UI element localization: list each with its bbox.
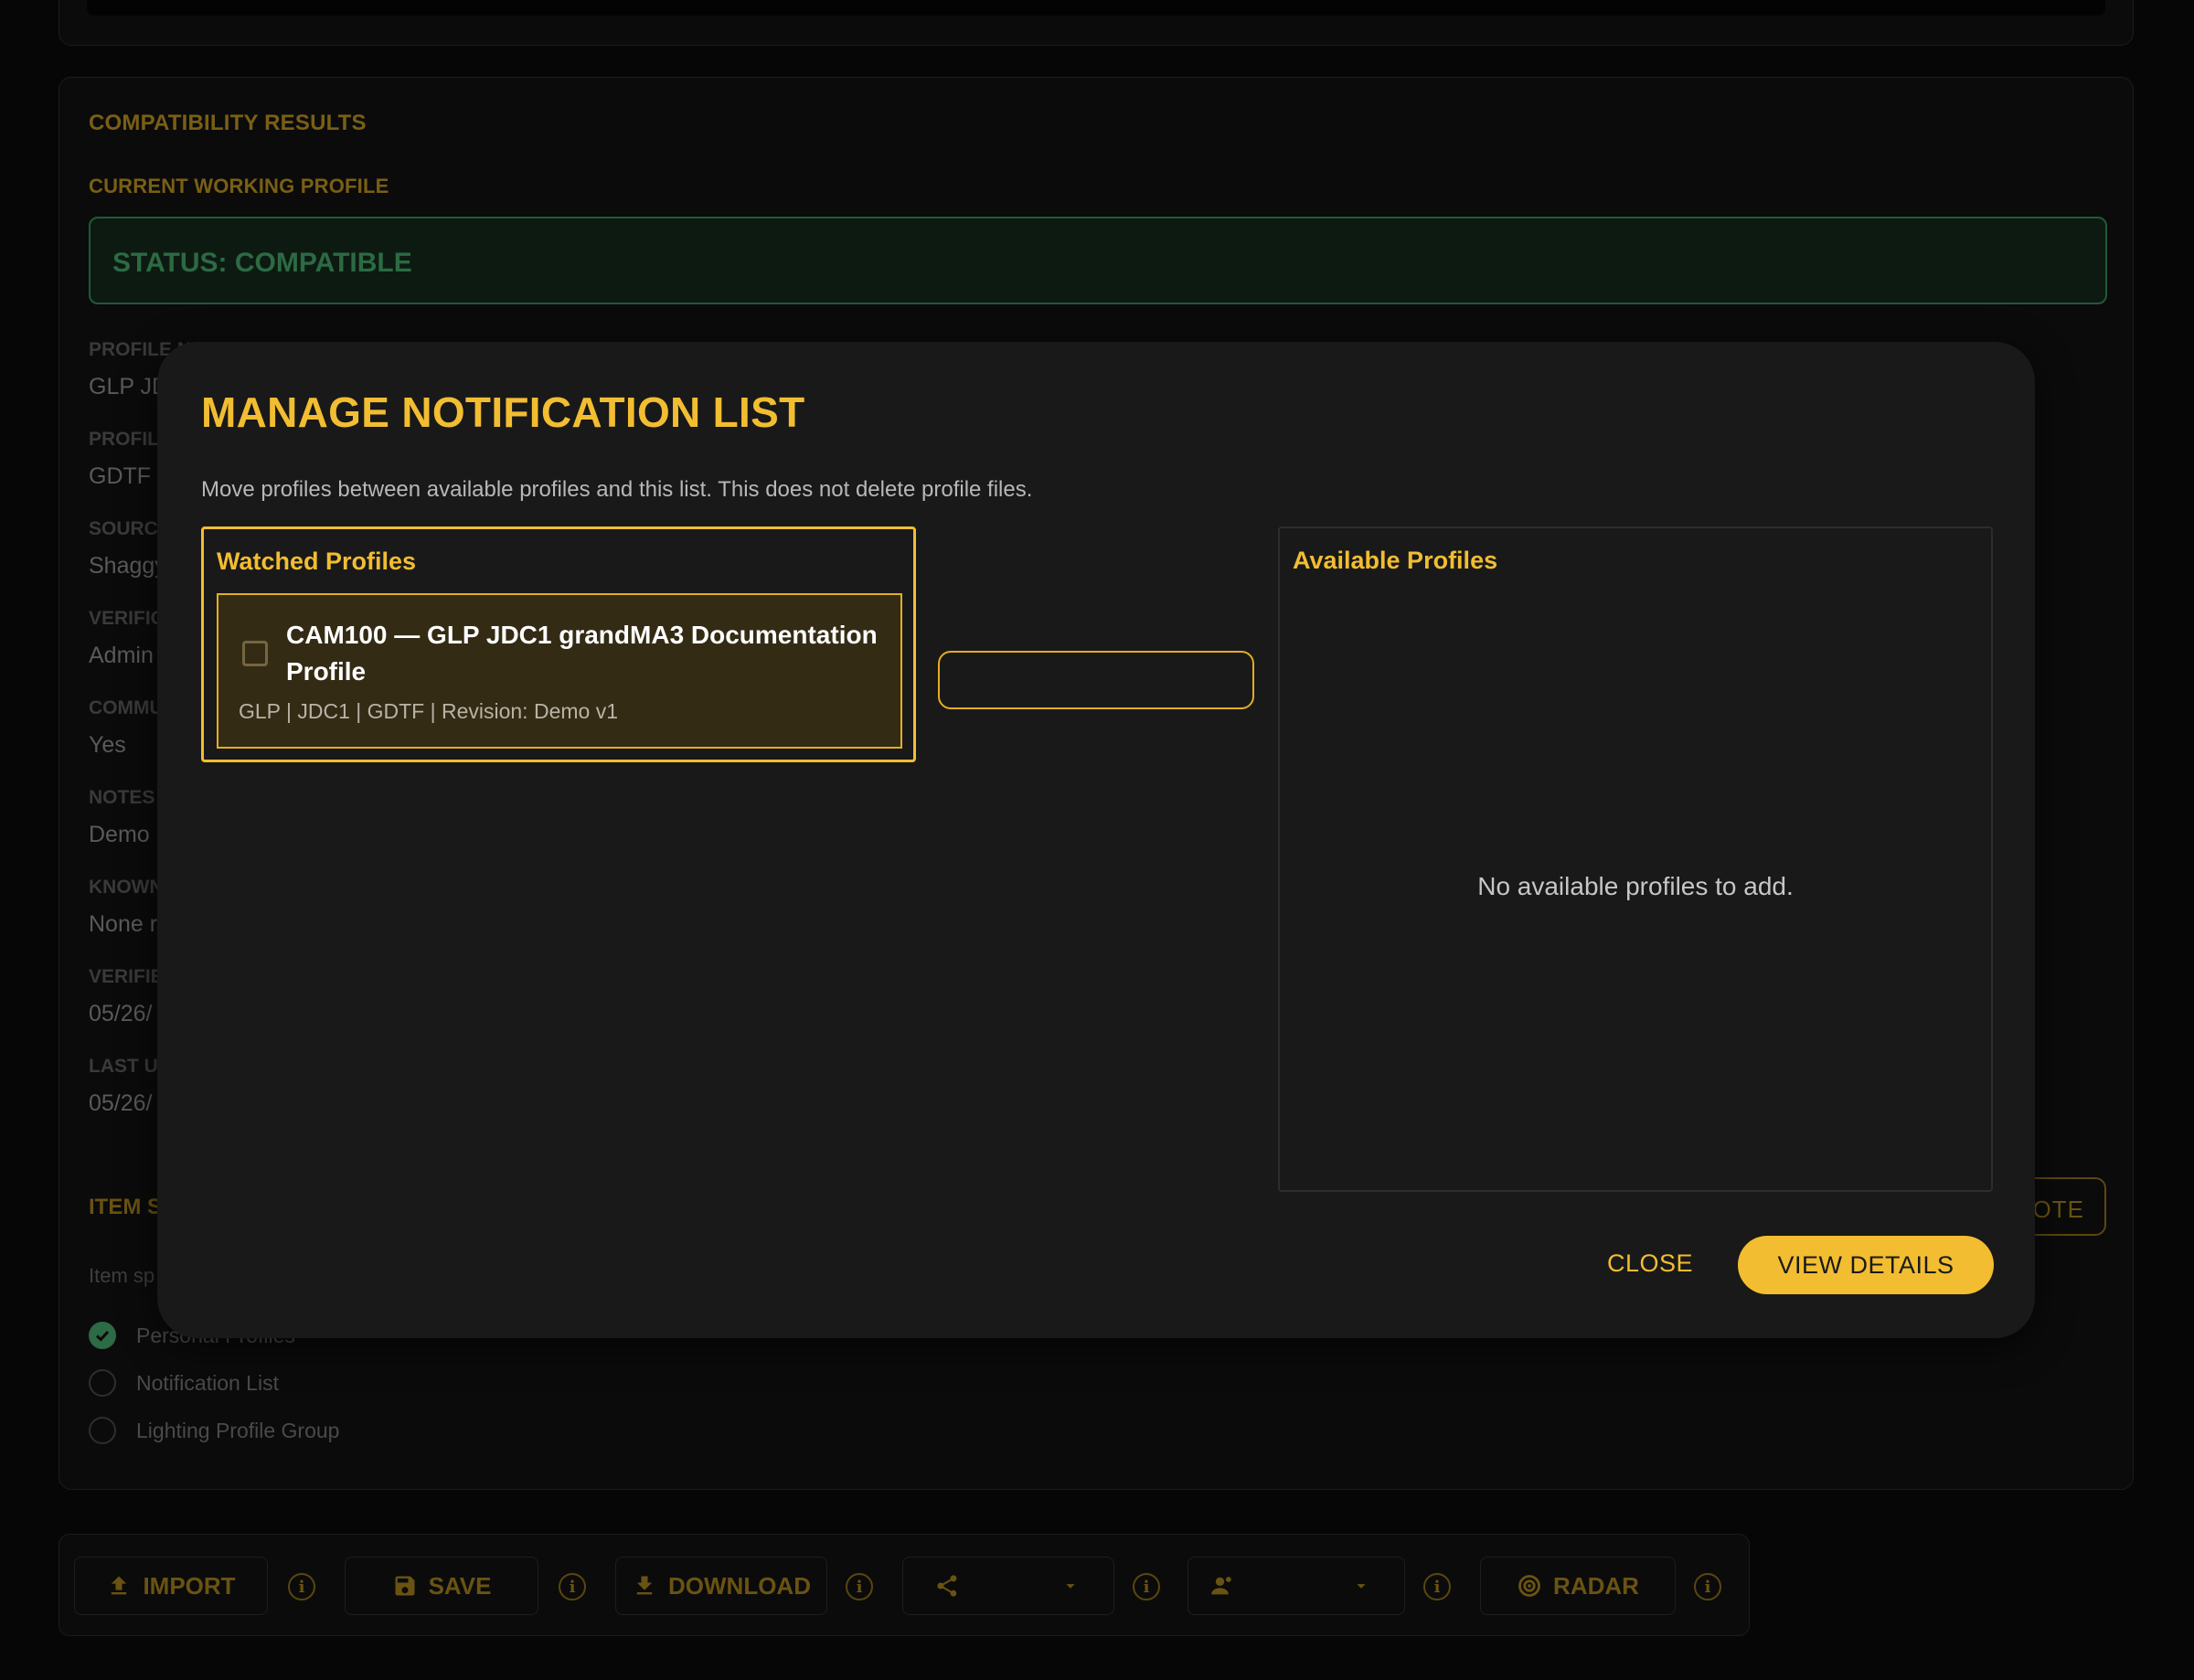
watched-profiles-list[interactable]: Watched Profiles CAM100 — GLP JDC1 grand… xyxy=(201,526,916,762)
view-details-button[interactable]: VIEW DETAILS xyxy=(1738,1236,1994,1294)
available-profiles-list[interactable]: Available Profiles No available profiles… xyxy=(1278,526,1993,1192)
dialog-description: Move profiles between available profiles… xyxy=(201,477,1033,502)
manage-notification-list-dialog: MANAGE NOTIFICATION LIST Move profiles b… xyxy=(157,342,2035,1338)
dialog-title: MANAGE NOTIFICATION LIST xyxy=(201,388,805,436)
watched-profiles-title: Watched Profiles xyxy=(217,548,417,575)
empty-state-message: No available profiles to add. xyxy=(1477,872,1794,900)
move-button[interactable] xyxy=(938,651,1254,709)
checkbox[interactable] xyxy=(242,641,268,666)
available-profiles-title: Available Profiles xyxy=(1293,547,1498,574)
close-button[interactable]: CLOSE xyxy=(1600,1234,1700,1292)
list-item[interactable]: CAM100 — GLP JDC1 grandMA3 Documentation… xyxy=(217,593,902,749)
profile-title: CAM100 — GLP JDC1 grandMA3 Documentation… xyxy=(286,621,878,686)
profile-meta: GLP | JDC1 | GDTF | Revision: Demo v1 xyxy=(239,699,618,723)
